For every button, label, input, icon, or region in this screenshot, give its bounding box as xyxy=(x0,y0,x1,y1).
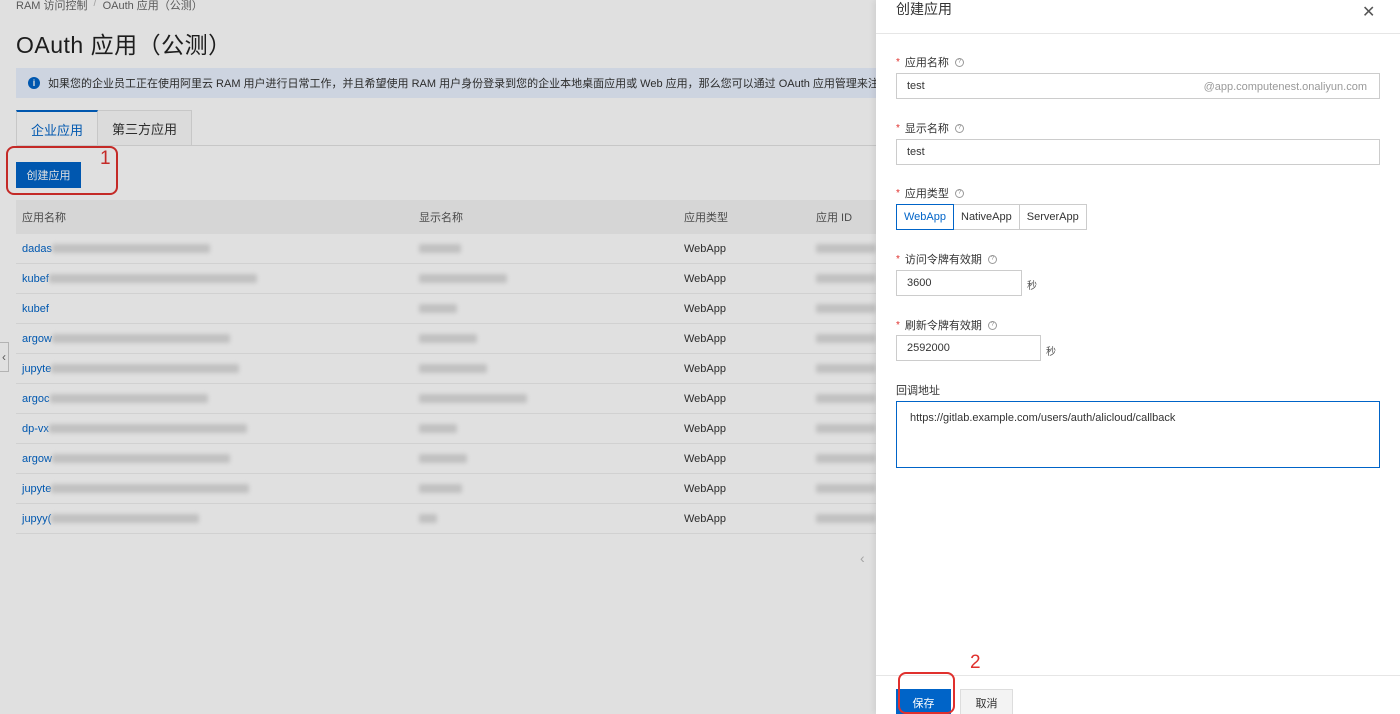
help-icon[interactable]: ? xyxy=(987,254,997,264)
drawer-mask[interactable] xyxy=(0,0,876,714)
app-type-nativeapp[interactable]: NativeApp xyxy=(954,204,1020,230)
help-icon[interactable]: ? xyxy=(954,188,964,198)
annotation-box-2 xyxy=(898,672,955,714)
required-mark: * xyxy=(896,56,900,68)
help-icon[interactable]: ? xyxy=(954,57,964,67)
display-name-value: test xyxy=(907,146,925,158)
app-name-input[interactable]: test @app.computenest.onaliyun.com xyxy=(896,73,1380,99)
close-icon[interactable]: ✕ xyxy=(1362,2,1375,22)
callback-textarea[interactable]: https://gitlab.example.com/users/auth/al… xyxy=(896,401,1380,468)
required-mark: * xyxy=(896,122,900,134)
display-name-label: * 显示名称 ? xyxy=(896,120,964,136)
app-type-serverapp[interactable]: ServerApp xyxy=(1019,204,1087,230)
app-type-selector: WebApp NativeApp ServerApp xyxy=(896,204,1087,230)
drawer-header-divider xyxy=(876,33,1400,34)
callback-value: https://gitlab.example.com/users/auth/al… xyxy=(910,412,1176,424)
app-type-webapp[interactable]: WebApp xyxy=(896,204,954,230)
app-type-label-text: 应用类型 xyxy=(904,188,949,200)
help-icon[interactable]: ? xyxy=(954,123,964,133)
annotation-number-2: 2 xyxy=(970,652,981,673)
app-type-label: * 应用类型 ? xyxy=(896,185,964,201)
cancel-button[interactable]: 取消 xyxy=(960,689,1013,714)
drawer-title: 创建应用 xyxy=(896,1,952,17)
refresh-token-value: 2592000 xyxy=(907,342,950,354)
app-name-suffix: @app.computenest.onaliyun.com xyxy=(1203,81,1367,93)
display-name-label-text: 显示名称 xyxy=(904,123,949,135)
required-mark: * xyxy=(896,253,900,265)
access-token-unit: 秒 xyxy=(1027,281,1037,292)
refresh-token-input[interactable]: 2592000 xyxy=(896,335,1041,361)
refresh-token-label-text: 刷新令牌有效期 xyxy=(904,320,982,332)
access-token-label: * 访问令牌有效期 ? xyxy=(896,251,997,267)
access-token-value: 3600 xyxy=(907,277,932,289)
access-token-input[interactable]: 3600 xyxy=(896,270,1022,296)
drawer-footer-divider xyxy=(876,675,1400,676)
display-name-input[interactable]: test xyxy=(896,139,1380,165)
callback-label-text: 回调地址 xyxy=(896,385,940,397)
refresh-token-label: * 刷新令牌有效期 ? xyxy=(896,317,997,333)
app-name-value: test xyxy=(907,80,925,92)
create-app-drawer: 创建应用 ✕ * 应用名称 ? test @app.computenest.on… xyxy=(876,0,1400,714)
required-mark: * xyxy=(896,187,900,199)
refresh-token-unit: 秒 xyxy=(1046,347,1056,358)
access-token-label-text: 访问令牌有效期 xyxy=(904,254,982,266)
app-name-label: * 应用名称 ? xyxy=(896,54,964,70)
callback-label: 回调地址 xyxy=(896,382,940,398)
required-mark: * xyxy=(896,319,900,331)
app-name-label-text: 应用名称 xyxy=(904,57,949,69)
help-icon[interactable]: ? xyxy=(987,320,997,330)
